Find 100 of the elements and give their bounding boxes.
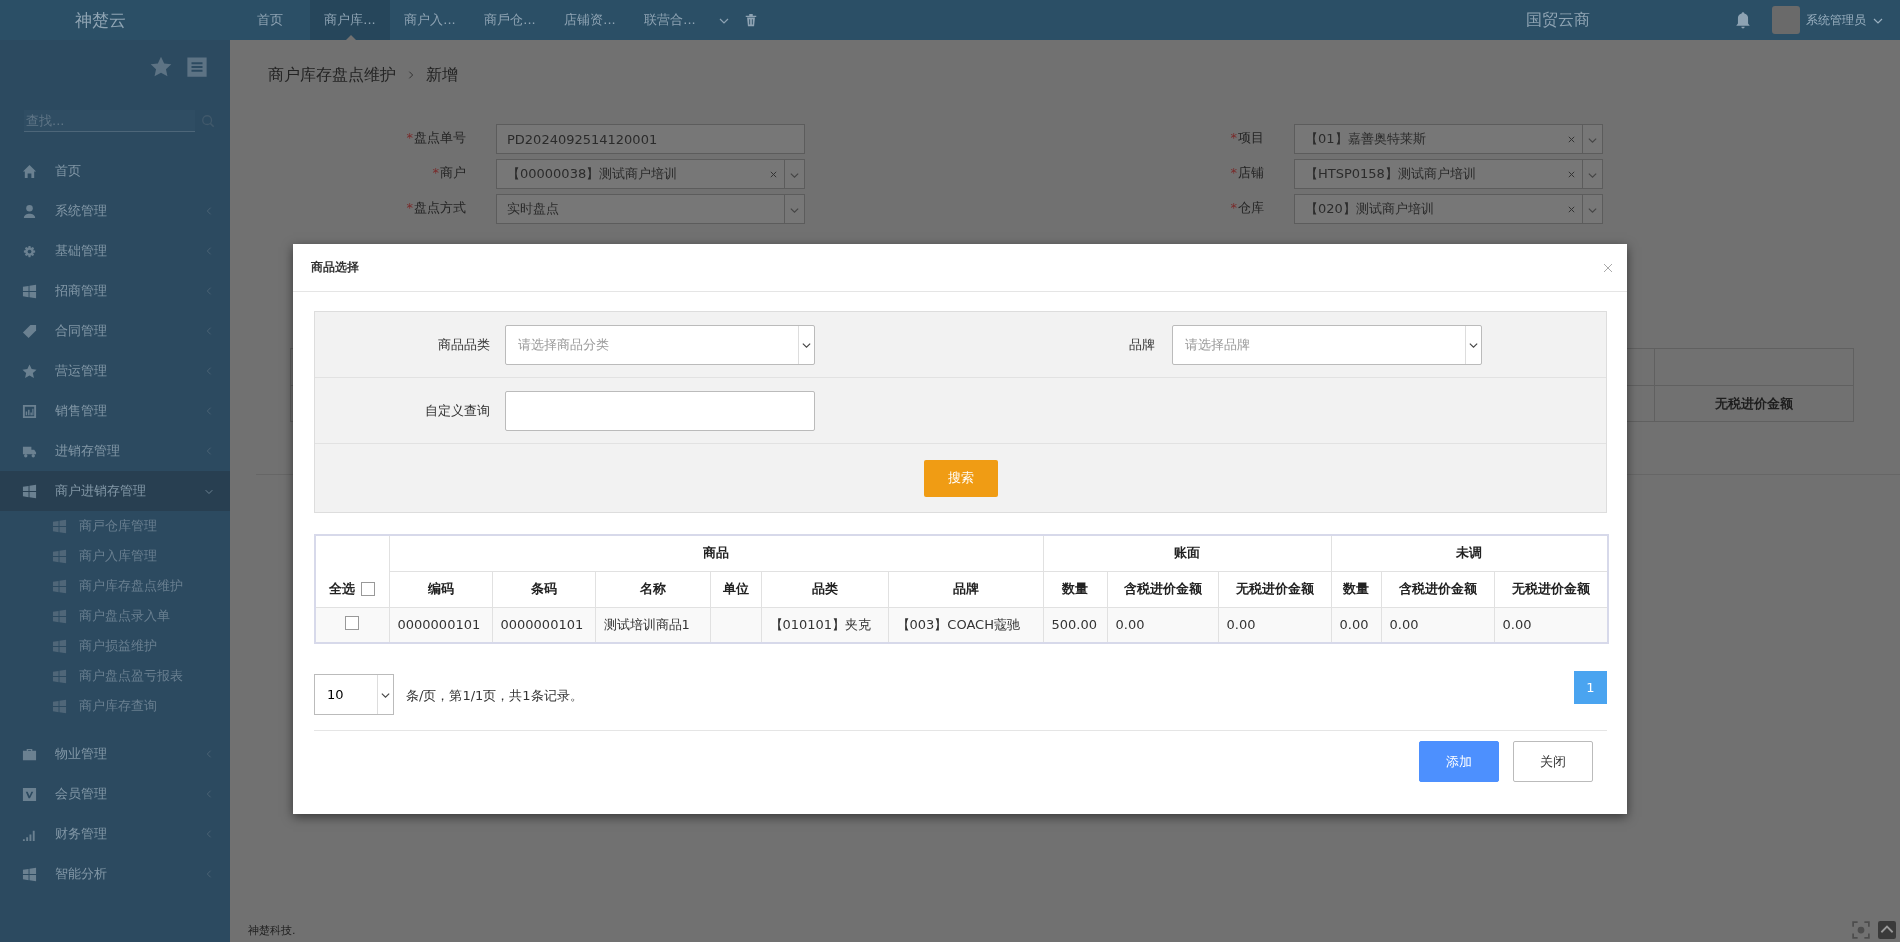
sidebar-subitem[interactable]: 商户损益维护 xyxy=(0,631,230,661)
table-header-cell: 编码 xyxy=(389,571,492,607)
select-all-checkbox[interactable] xyxy=(361,582,376,597)
input-field[interactable] xyxy=(505,390,815,431)
sidebar-item[interactable]: 进销存管理 xyxy=(0,431,230,471)
field-label: *盘点方式 xyxy=(405,199,466,217)
filter-label: 商品品类 xyxy=(437,335,491,354)
sidebar-item[interactable]: 合同管理 xyxy=(0,311,230,351)
windows-grid-icon xyxy=(52,548,67,564)
required-mark: * xyxy=(432,165,439,180)
sidebar-item[interactable]: 会员管理 xyxy=(0,774,230,814)
bell-icon[interactable] xyxy=(1734,11,1752,29)
sidebar-item[interactable]: 财务管理 xyxy=(0,814,230,854)
windows-grid-icon xyxy=(52,518,67,534)
table-header-cell: 条码 xyxy=(492,571,595,607)
nav-tab[interactable]: 商户库... xyxy=(310,0,390,40)
select-field[interactable]: 【01】嘉善奥特莱斯 xyxy=(1294,124,1603,154)
sidebar-item[interactable]: 首页 xyxy=(0,151,230,191)
breadcrumb-item[interactable]: 商户库存盘点维护 xyxy=(268,64,396,86)
windows-grid-icon xyxy=(52,608,67,624)
windows-grid-icon xyxy=(22,283,37,299)
star-icon xyxy=(22,363,37,379)
footer-text: 神楚科技. xyxy=(248,922,296,938)
select-field[interactable]: 请选择商品分类 xyxy=(505,324,815,365)
sidebar-item[interactable]: 智能分析 xyxy=(0,854,230,894)
clear-icon[interactable] xyxy=(1567,134,1576,144)
bar-chart-icon xyxy=(22,403,37,419)
select-field[interactable]: 请选择品牌 xyxy=(1172,324,1482,365)
required-mark: * xyxy=(406,130,413,145)
sidebar-subitem[interactable]: 商户库存查询 xyxy=(0,691,230,721)
windows-grid-icon xyxy=(22,483,37,499)
table-header-cell: 数量 xyxy=(1043,571,1108,607)
trash-icon[interactable] xyxy=(744,13,758,27)
list-icon[interactable] xyxy=(186,56,208,78)
sidebar-item[interactable]: 物业管理 xyxy=(0,734,230,774)
table-header-cell: 单位 xyxy=(710,571,761,607)
clear-icon[interactable] xyxy=(1567,169,1576,179)
close-button[interactable]: 关闭 xyxy=(1513,741,1593,782)
windows-grid-icon xyxy=(52,638,67,654)
sidebar-item[interactable]: 基础管理 xyxy=(0,231,230,271)
sidebar-item[interactable]: 销售管理 xyxy=(0,391,230,431)
select-field[interactable]: 【020】测试商户培训 xyxy=(1294,194,1603,224)
windows-grid-icon xyxy=(52,668,67,684)
close-icon[interactable] xyxy=(1603,262,1613,273)
filter-label: 自定义查询 xyxy=(424,401,491,420)
field-label: *仓库 xyxy=(1229,199,1264,217)
user-icon xyxy=(22,203,37,219)
nav-tab[interactable]: 首页 xyxy=(230,0,310,40)
user-name[interactable]: 系统管理员 xyxy=(1806,11,1866,29)
add-button[interactable]: 添加 xyxy=(1419,741,1499,782)
windows-grid-icon xyxy=(52,578,67,594)
field-label: *盘点单号 xyxy=(405,129,466,147)
logo-text: 神楚云 xyxy=(73,8,127,32)
table-header-cell: 含税进价金额 xyxy=(1381,571,1495,607)
nav-tab[interactable]: 联营合... xyxy=(630,0,710,40)
clear-icon[interactable] xyxy=(1567,204,1576,214)
field-label: *商户 xyxy=(431,164,466,182)
clear-icon[interactable] xyxy=(769,169,778,179)
breadcrumb-item: 新增 xyxy=(426,64,458,86)
nav-tab[interactable]: 商户入... xyxy=(390,0,470,40)
tag-icon xyxy=(22,323,37,339)
windows-grid-icon xyxy=(52,698,67,714)
sidebar-subitem[interactable]: 商户盘点盈亏报表 xyxy=(0,661,230,691)
required-mark: * xyxy=(406,200,413,215)
select-field[interactable]: 实时盘点 xyxy=(496,194,805,224)
sidebar-subitem[interactable]: 商户盘点录入单 xyxy=(0,601,230,631)
input-field[interactable]: PD2024092514120001 xyxy=(496,124,805,154)
fullscreen-icon[interactable] xyxy=(1852,921,1870,939)
sidebar-item[interactable]: 营运管理 xyxy=(0,351,230,391)
required-mark: * xyxy=(1230,165,1237,180)
required-mark: * xyxy=(1230,130,1237,145)
page-size-select[interactable]: 10 xyxy=(314,674,394,715)
select-field[interactable]: 【HTSP0158】测试商户培训 xyxy=(1294,159,1603,189)
select-field[interactable]: 【00000038】测试商户培训 xyxy=(496,159,805,189)
required-mark: * xyxy=(1230,200,1237,215)
gear-icon xyxy=(22,243,37,259)
sidebar-subitem[interactable]: 商户库存盘点维护 xyxy=(0,571,230,601)
brand-text: 国贸云商 xyxy=(1526,9,1590,31)
scroll-top-icon[interactable] xyxy=(1878,921,1896,939)
field-label: *店铺 xyxy=(1229,164,1264,182)
table-header-cell: 无税进价金额 xyxy=(1218,571,1332,607)
row-checkbox[interactable] xyxy=(345,616,360,631)
nav-tab[interactable]: 商戶仓... xyxy=(470,0,550,40)
chevron-right-icon xyxy=(406,70,416,80)
table-header-cell: 名称 xyxy=(595,571,710,607)
table-group-header: 商品 xyxy=(389,535,1044,571)
star-icon[interactable] xyxy=(150,56,172,78)
field-label: *项目 xyxy=(1229,129,1264,147)
nav-tab[interactable]: 店铺资... xyxy=(550,0,630,40)
avatar-icon xyxy=(1772,6,1800,34)
home-icon xyxy=(22,163,37,179)
table-header-cell: 数量 xyxy=(1331,571,1382,607)
sidebar-item[interactable]: 系统管理 xyxy=(0,191,230,231)
sidebar-item[interactable]: 招商管理 xyxy=(0,271,230,311)
windows-grid-icon xyxy=(22,866,37,882)
select-all-label: 全选 xyxy=(329,580,356,599)
page-button[interactable]: 1 xyxy=(1574,671,1607,704)
table-header-cell: 品牌 xyxy=(888,571,1044,607)
table-header-cell: 无税进价金额 xyxy=(1654,386,1853,421)
search-button[interactable]: 搜索 xyxy=(923,459,998,497)
